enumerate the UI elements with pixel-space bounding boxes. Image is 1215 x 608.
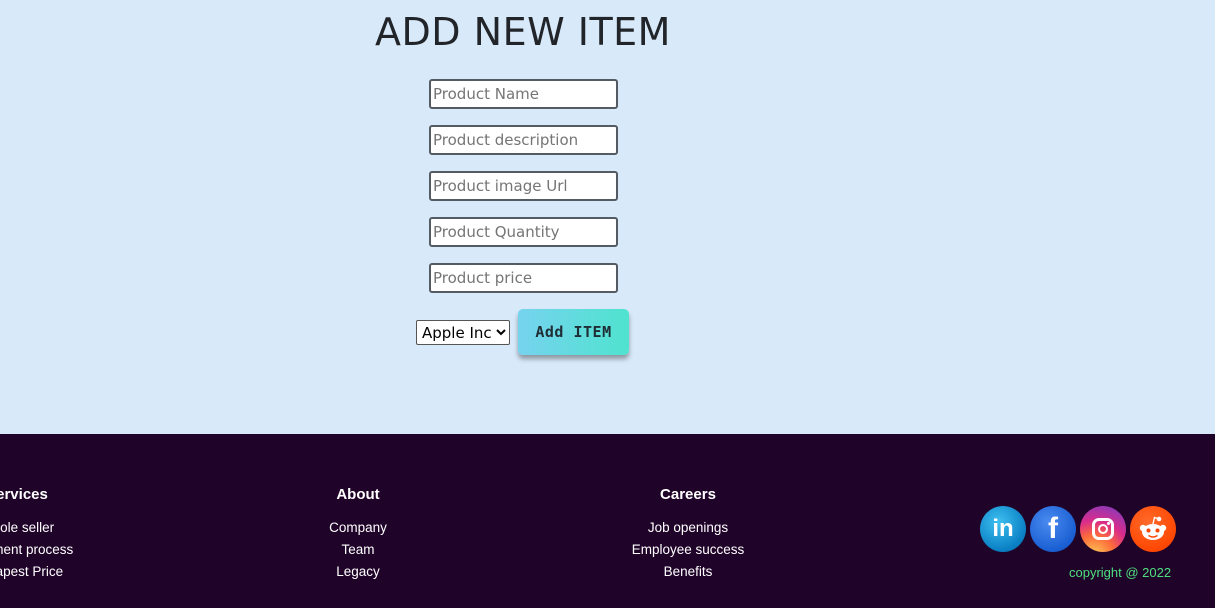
reddit-alien-shape	[1139, 516, 1167, 540]
footer-services-heading: Services	[0, 486, 48, 503]
footer-link-employee-success[interactable]: Employee success	[571, 539, 805, 561]
product-price-input[interactable]	[429, 263, 618, 293]
instagram-camera-shape	[1092, 518, 1114, 540]
footer-link-job-openings[interactable]: Job openings	[571, 517, 805, 539]
brand-select[interactable]: Apple Inc.	[416, 320, 510, 345]
footer-link-fulfillment-process[interactable]: Fulfillment process	[0, 539, 134, 561]
facebook-icon[interactable]: f	[1030, 506, 1076, 552]
footer-careers-heading: Careers	[660, 486, 716, 503]
linkedin-icon[interactable]: in	[980, 506, 1026, 552]
instagram-icon[interactable]	[1080, 506, 1126, 552]
footer-careers-column: Careers Job openings Employee success Be…	[571, 486, 805, 583]
add-item-button[interactable]: Add ITEM	[518, 309, 629, 355]
footer-about-heading: About	[336, 486, 380, 503]
product-name-input[interactable]	[429, 79, 618, 109]
facebook-glyph: f	[1048, 512, 1058, 545]
footer-link-benefits[interactable]: Benefits	[571, 561, 805, 583]
footer: Services Whole seller Fulfillment proces…	[0, 434, 1215, 608]
linkedin-glyph: in	[992, 515, 1014, 542]
footer-link-team[interactable]: Team	[241, 539, 475, 561]
footer-link-company[interactable]: Company	[241, 517, 475, 539]
footer-about-column: About Company Team Legacy	[241, 486, 475, 583]
product-image-url-input[interactable]	[429, 171, 618, 201]
reddit-icon[interactable]	[1130, 506, 1176, 552]
footer-link-legacy[interactable]: Legacy	[241, 561, 475, 583]
footer-link-cheapest-price[interactable]: Cheapest Price	[0, 561, 134, 583]
product-quantity-input[interactable]	[429, 217, 618, 247]
footer-services-column: Services Whole seller Fulfillment proces…	[0, 486, 134, 583]
main-content: ADD NEW ITEM Apple Inc. Add ITEM	[0, 0, 1215, 434]
copyright-text: copyright @ 2022	[1069, 565, 1172, 580]
footer-link-whole-seller[interactable]: Whole seller	[0, 517, 134, 539]
product-description-input[interactable]	[429, 125, 618, 155]
page-title: ADD NEW ITEM	[375, 10, 671, 54]
